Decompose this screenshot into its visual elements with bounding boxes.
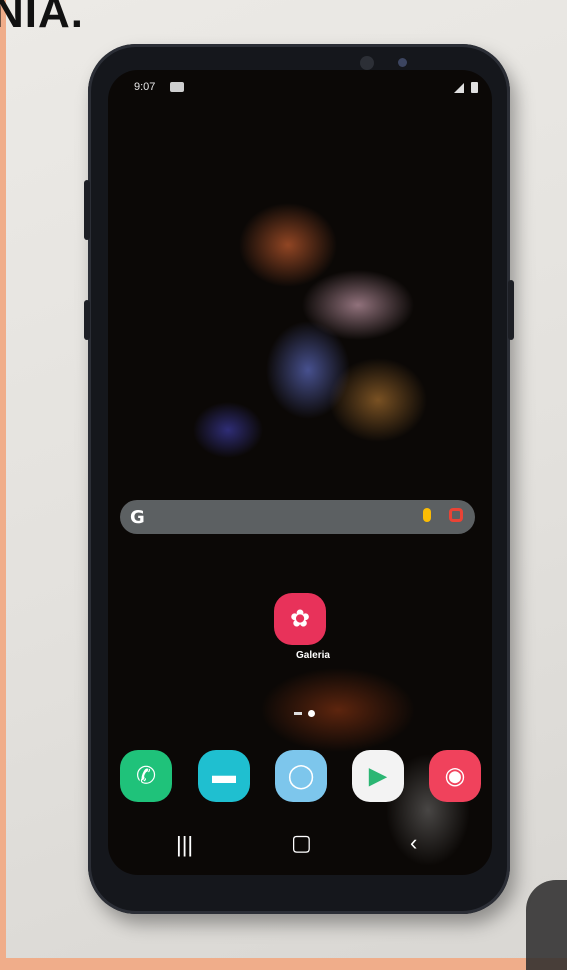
partial-header-text: NIA. (0, 0, 84, 37)
phone-app-icon[interactable]: ✆ (120, 750, 172, 802)
status-time: 9:07 (134, 81, 156, 93)
page-indicator-menu (294, 712, 302, 715)
messages-app-icon[interactable]: ▬ (198, 750, 250, 802)
internet-app-icon[interactable]: ◯ (275, 750, 327, 802)
recent-apps-icon[interactable]: ||| (176, 832, 193, 858)
status-bar: 9:07 (108, 80, 492, 98)
play-icon: ▶ (368, 762, 388, 790)
google-logo-icon: G (130, 507, 145, 528)
gallery-label: Galeria (296, 650, 330, 661)
power-button (508, 280, 514, 340)
chat-bubble-icon: ▬ (212, 762, 236, 789)
page-indicator-dot (308, 710, 315, 717)
back-icon[interactable]: ‹ (410, 830, 417, 856)
front-camera-icon (360, 56, 374, 70)
signal-icon (454, 83, 464, 93)
camera-app-icon[interactable]: ◉ (429, 750, 481, 802)
google-search-bar[interactable]: G (120, 500, 475, 534)
battery-icon (471, 82, 478, 93)
sensor-icon (398, 58, 407, 67)
gallery-app-icon[interactable]: ✿ (274, 593, 326, 645)
phone-icon: ✆ (135, 762, 157, 790)
bixby-button (84, 300, 90, 340)
notification-icon (170, 82, 184, 92)
google-lens-icon[interactable] (449, 508, 463, 522)
volume-button (84, 180, 90, 240)
planet-icon: ◯ (287, 762, 315, 790)
flower-icon: ✿ (289, 605, 311, 633)
camera-icon: ◉ (444, 762, 466, 790)
home-button-icon[interactable]: ▢ (291, 830, 312, 856)
phone-screen: 9:07 G ✿ Galeria ✆ ▬ ◯ ▶ ◉ ||| ▢ ‹ (108, 70, 492, 875)
play-store-app-icon[interactable]: ▶ (352, 750, 404, 802)
mic-icon[interactable] (423, 508, 431, 522)
